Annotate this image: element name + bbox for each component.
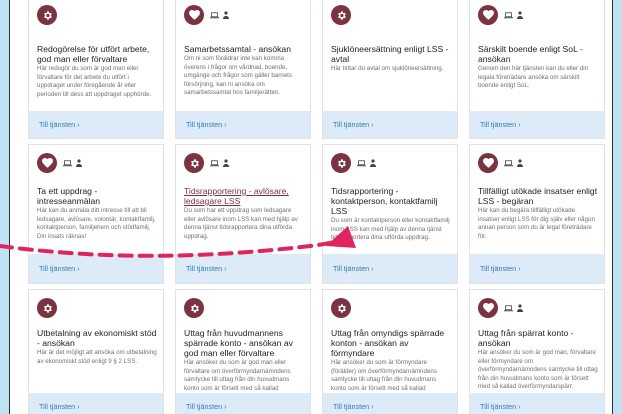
cta-label: Till tjänsten › bbox=[39, 401, 80, 411]
person-icon bbox=[370, 154, 376, 172]
card-icons bbox=[478, 298, 523, 318]
service-card[interactable]: Tidsrapportering - avlösare, ledsagare L… bbox=[175, 144, 311, 284]
person-icon bbox=[76, 154, 82, 172]
card-description: Här kan du anmäla ditt intresse till att… bbox=[37, 207, 156, 240]
till-tjansten-link[interactable]: Till tjänsten › bbox=[176, 393, 310, 414]
card-icons bbox=[184, 298, 204, 318]
card-title: Tidsrapportering - kontaktperson, kontak… bbox=[331, 186, 438, 216]
till-tjansten-link[interactable]: Till tjänsten › bbox=[323, 254, 457, 283]
card-description: Här redogör du som är god man eller förv… bbox=[37, 65, 152, 98]
person-icon bbox=[517, 299, 523, 317]
cta-label: Till tjänsten › bbox=[39, 120, 80, 129]
heart-icon bbox=[37, 153, 57, 173]
service-card[interactable]: Sjuklöneersättning enligt LSS - avtal Här… bbox=[322, 0, 458, 139]
service-grid: Redogörelse för utfört arbete, god man e… bbox=[28, 0, 605, 414]
gear-icon bbox=[37, 298, 57, 318]
till-tjansten-link[interactable]: Till tjänsten › bbox=[176, 111, 310, 138]
till-tjansten-link[interactable]: Till tjänsten › bbox=[29, 254, 163, 283]
service-card[interactable]: Uttag från spärrat konto - ansökan Här an… bbox=[469, 289, 605, 414]
cta-label: Till tjänsten › bbox=[333, 264, 374, 273]
till-tjansten-link[interactable]: Till tjänsten › bbox=[470, 254, 604, 283]
card-description: Här hittar du avtal om sjuklöneersättnin… bbox=[331, 65, 444, 72]
card-icons bbox=[331, 153, 376, 173]
gear-icon bbox=[184, 298, 204, 318]
cta-label: Till tjänsten › bbox=[480, 120, 521, 129]
card-description: Här är det möjligt att ansöka om utbetal… bbox=[37, 349, 157, 365]
card-title: Tillfälligt utökade insatser enligt LSS … bbox=[478, 186, 598, 206]
card-title: Särskilt boende enligt SoL - ansökan bbox=[478, 44, 583, 64]
cta-label: Till tjänsten › bbox=[480, 264, 521, 273]
card-title: Uttag från spärrat konto - ansökan bbox=[478, 328, 574, 348]
card-description: Du som är kontaktperson eller kontaktfam… bbox=[331, 217, 450, 242]
cta-label: Till tjänsten › bbox=[39, 264, 80, 273]
heart-icon bbox=[478, 5, 498, 25]
card-title: Uttag från huvudmannens spärrade konto -… bbox=[184, 328, 293, 358]
till-tjansten-link[interactable]: Till tjänsten › bbox=[29, 393, 163, 414]
heart-icon bbox=[478, 153, 498, 173]
card-title: Samarbetssamtal - ansökan bbox=[184, 44, 291, 54]
cta-label: Till tjänsten › bbox=[333, 120, 374, 129]
card-title: Uttag från omyndigs spärrade konton - an… bbox=[331, 328, 445, 358]
till-tjansten-link[interactable]: Till tjänsten › bbox=[176, 254, 310, 283]
service-card[interactable]: Uttag från huvudmannens spärrade konto -… bbox=[175, 289, 311, 414]
cta-label: Till tjänsten › bbox=[186, 401, 227, 411]
card-title[interactable]: Tidsrapportering - avlösare, ledsagare L… bbox=[184, 186, 304, 206]
cta-label: Till tjänsten › bbox=[333, 401, 374, 411]
gear-icon bbox=[331, 5, 351, 25]
card-icons bbox=[478, 5, 523, 25]
cta-label: Till tjänsten › bbox=[186, 264, 227, 273]
card-title: Ta ett uppdrag - intresseanmälan bbox=[37, 186, 101, 206]
gear-icon bbox=[331, 153, 351, 173]
cta-label: Till tjänsten › bbox=[186, 120, 227, 129]
card-title: Redogörelse för utfört arbete, god man e… bbox=[37, 44, 150, 64]
card-icons bbox=[37, 153, 82, 173]
laptop-icon bbox=[210, 6, 219, 24]
person-icon bbox=[517, 6, 523, 24]
service-card[interactable]: Samarbetssamtal - ansökan Om ni som föräl… bbox=[175, 0, 311, 139]
card-description: Om ni som föräldrar inte kan komma övere… bbox=[184, 55, 292, 97]
service-card[interactable]: Tillfälligt utökade insatser enligt LSS … bbox=[469, 144, 605, 284]
service-card[interactable]: Ta ett uppdrag - intresseanmälan Här kan … bbox=[28, 144, 164, 284]
laptop-icon bbox=[504, 154, 513, 172]
card-icons bbox=[184, 5, 229, 25]
person-icon bbox=[517, 154, 523, 172]
gear-icon bbox=[37, 5, 57, 25]
laptop-icon bbox=[210, 154, 219, 172]
card-description: Här kan du begära tillfälligt utökade in… bbox=[478, 207, 595, 240]
laptop-icon bbox=[63, 154, 72, 172]
card-description: Du som har ett uppdrag som ledsagare ell… bbox=[184, 207, 298, 240]
till-tjansten-link[interactable]: Till tjänsten › bbox=[323, 111, 457, 138]
laptop-icon bbox=[504, 299, 513, 317]
card-icons bbox=[184, 153, 229, 173]
card-title: Sjuklöneersättning enligt LSS - avtal bbox=[331, 44, 449, 64]
service-card[interactable]: Utbetalning av ekonomiskt stöd - ansökan… bbox=[28, 289, 164, 414]
till-tjansten-link[interactable]: Till tjänsten › bbox=[470, 111, 604, 138]
service-card[interactable]: Uttag från omyndigs spärrade konton - an… bbox=[322, 289, 458, 414]
laptop-icon bbox=[504, 6, 513, 24]
card-description: Genom den här tjänsten kan du eller din … bbox=[478, 65, 589, 90]
service-card[interactable]: Redogörelse för utfört arbete, god man e… bbox=[28, 0, 164, 139]
till-tjansten-link[interactable]: Till tjänsten › bbox=[470, 393, 604, 414]
heart-icon bbox=[184, 5, 204, 25]
card-icons bbox=[37, 298, 57, 318]
card-icons bbox=[478, 153, 523, 173]
person-icon bbox=[223, 6, 229, 24]
card-description: Här ansöker du som är god man, förvaltar… bbox=[478, 349, 598, 391]
card-icons bbox=[37, 5, 57, 25]
till-tjansten-link[interactable]: Till tjänsten › bbox=[323, 393, 457, 414]
card-icons bbox=[331, 298, 351, 318]
service-card[interactable]: Tidsrapportering - kontaktperson, kontak… bbox=[322, 144, 458, 284]
cta-label: Till tjänsten › bbox=[480, 401, 521, 411]
gear-icon bbox=[184, 153, 204, 173]
heart-icon bbox=[478, 298, 498, 318]
till-tjansten-link[interactable]: Till tjänsten › bbox=[29, 111, 163, 138]
laptop-icon bbox=[357, 154, 366, 172]
person-icon bbox=[223, 154, 229, 172]
card-icons bbox=[331, 5, 351, 25]
page-frame: Redogörelse för utfört arbete, god man e… bbox=[9, 0, 613, 414]
gear-icon bbox=[331, 298, 351, 318]
service-card[interactable]: Särskilt boende enligt SoL - ansökan Geno… bbox=[469, 0, 605, 139]
card-title: Utbetalning av ekonomiskt stöd - ansökan bbox=[37, 328, 157, 348]
